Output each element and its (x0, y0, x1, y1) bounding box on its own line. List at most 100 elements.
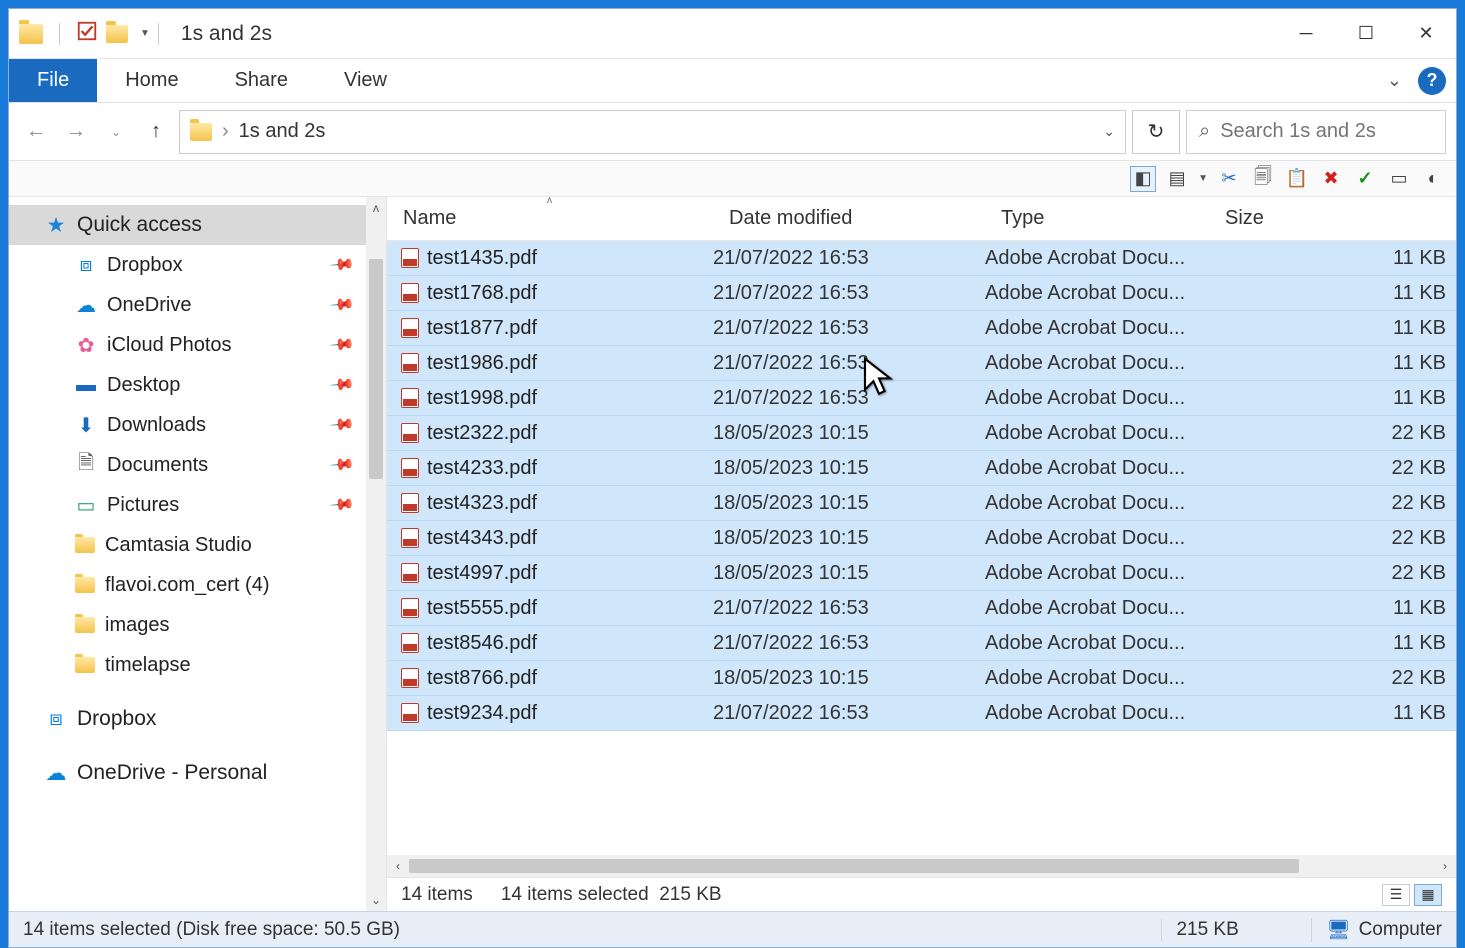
file-row[interactable]: test2322.pdf18/05/2023 10:15Adobe Acroba… (387, 416, 1456, 451)
breadcrumb-folder[interactable]: 1s and 2s (239, 120, 326, 143)
file-row[interactable]: test1435.pdf21/07/2022 16:53Adobe Acroba… (387, 241, 1456, 276)
pin-icon: 📌 (328, 291, 356, 319)
sidebar-item[interactable]: timelapse (9, 645, 386, 685)
computer-icon: 🖥 (1326, 918, 1350, 942)
search-box[interactable]: ⌕ (1186, 110, 1446, 154)
rename-icon[interactable]: ▭ (1386, 166, 1412, 192)
sidebar-item-icon: ▬ (75, 374, 97, 396)
sidebar-item[interactable]: flavoi.com_cert (4) (9, 565, 386, 605)
delete-icon[interactable]: ✖ (1318, 166, 1344, 192)
file-row[interactable]: test4343.pdf18/05/2023 10:15Adobe Acroba… (387, 521, 1456, 556)
tab-view[interactable]: View (316, 59, 415, 102)
tab-home[interactable]: Home (97, 59, 206, 102)
tab-file[interactable]: File (9, 59, 97, 102)
scroll-right-icon[interactable]: › (1434, 855, 1456, 877)
file-row[interactable]: test9234.pdf21/07/2022 16:53Adobe Acroba… (387, 696, 1456, 731)
sidebar-item[interactable]: ☁OneDrive📌 (9, 285, 386, 325)
scroll-down-icon[interactable]: ⌄ (366, 889, 386, 911)
new-folder-icon[interactable] (106, 25, 128, 43)
help-button[interactable]: ? (1418, 67, 1446, 95)
address-dropdown-icon[interactable]: ⌄ (1103, 123, 1115, 140)
pdf-icon (401, 283, 419, 303)
tab-share[interactable]: Share (207, 59, 316, 102)
details-pane-icon[interactable]: ▤ (1164, 166, 1190, 192)
sidebar-onedrive-root[interactable]: ☁OneDrive - Personal (9, 753, 386, 793)
explorer-window: ▼ 1s and 2s ─ ☐ ✕ File Home Share View ⌄… (8, 8, 1457, 948)
thumbnails-view-button[interactable]: ▦ (1414, 884, 1442, 906)
history-dropdown-icon[interactable]: ⌄ (99, 115, 133, 149)
file-row[interactable]: test1768.pdf21/07/2022 16:53Adobe Acroba… (387, 276, 1456, 311)
file-type: Adobe Acrobat Docu... (985, 387, 1209, 410)
file-row[interactable]: test4233.pdf18/05/2023 10:15Adobe Acroba… (387, 451, 1456, 486)
back-button[interactable]: ← (19, 115, 53, 149)
sidebar-dropbox-root[interactable]: ⧈Dropbox (9, 699, 386, 739)
sidebar-item[interactable]: ⬇Downloads📌 (9, 405, 386, 445)
close-button[interactable]: ✕ (1396, 9, 1456, 59)
sidebar-quick-access[interactable]: ★Quick access (9, 205, 386, 245)
minimize-button[interactable]: ─ (1276, 9, 1336, 59)
copy-icon[interactable]: 🗐 (1250, 166, 1276, 192)
bottom-summary: 14 items selected (Disk free space: 50.5… (23, 919, 400, 941)
sidebar-item[interactable]: ✿iCloud Photos📌 (9, 325, 386, 365)
file-type: Adobe Acrobat Docu... (985, 457, 1209, 480)
undo-icon[interactable]: ✓ (1352, 166, 1378, 192)
file-size: 22 KB (1209, 422, 1456, 445)
ribbon-collapse-icon[interactable]: ⌄ (1377, 59, 1412, 102)
sort-indicator-icon: ʌ (547, 197, 552, 206)
search-input[interactable] (1220, 120, 1465, 143)
sidebar-item-label: Pictures (107, 494, 179, 517)
toolbar-dropdown-icon[interactable]: ▼ (1198, 173, 1208, 184)
column-name[interactable]: ʌ Name (387, 197, 713, 240)
paste-icon[interactable]: 📋 (1284, 166, 1310, 192)
breadcrumb-separator-icon[interactable]: › (222, 120, 229, 143)
details-view-button[interactable]: ☰ (1382, 884, 1410, 906)
address-bar[interactable]: › 1s and 2s ⌄ (179, 110, 1126, 154)
up-button[interactable]: ↑ (139, 115, 173, 149)
file-type: Adobe Acrobat Docu... (985, 422, 1209, 445)
maximize-button[interactable]: ☐ (1336, 9, 1396, 59)
column-date[interactable]: Date modified (713, 197, 985, 240)
file-size: 22 KB (1209, 562, 1456, 585)
scroll-thumb[interactable] (369, 259, 383, 479)
forward-button[interactable]: → (59, 115, 93, 149)
file-row[interactable]: test4997.pdf18/05/2023 10:15Adobe Acroba… (387, 556, 1456, 591)
cut-icon[interactable]: ✂ (1216, 166, 1242, 192)
file-row[interactable]: test1998.pdf21/07/2022 16:53Adobe Acroba… (387, 381, 1456, 416)
refresh-button[interactable]: ↻ (1132, 110, 1180, 154)
sidebar-item-icon: ⧈ (75, 254, 97, 276)
sidebar-item-label: flavoi.com_cert (4) (105, 574, 270, 597)
horizontal-scrollbar[interactable]: ‹ › (387, 855, 1456, 877)
file-date: 21/07/2022 16:53 (713, 317, 985, 340)
bottom-size: 215 KB (1161, 919, 1281, 941)
file-name: test5555.pdf (427, 597, 537, 620)
column-size[interactable]: Size (1209, 197, 1456, 240)
sidebar-item[interactable]: 🗎Documents📌 (9, 445, 386, 485)
column-type[interactable]: Type (985, 197, 1209, 240)
file-row[interactable]: test1986.pdf21/07/2022 16:53Adobe Acroba… (387, 346, 1456, 381)
sidebar-item[interactable]: ▭Pictures📌 (9, 485, 386, 525)
scroll-up-icon[interactable]: ʌ (366, 197, 386, 219)
file-row[interactable]: test1877.pdf21/07/2022 16:53Adobe Acroba… (387, 311, 1456, 346)
qat-dropdown-icon[interactable]: ▼ (140, 28, 150, 39)
file-size: 11 KB (1209, 247, 1456, 270)
sidebar-item[interactable]: ⧈Dropbox📌 (9, 245, 386, 285)
folder-icon (75, 577, 95, 593)
pin-icon: 📌 (328, 411, 356, 439)
folder-icon (75, 657, 95, 673)
file-row[interactable]: test4323.pdf18/05/2023 10:15Adobe Acroba… (387, 486, 1456, 521)
scroll-left-icon[interactable]: ‹ (387, 855, 409, 877)
file-name: test9234.pdf (427, 702, 537, 725)
preview-pane-icon[interactable]: ◧ (1130, 166, 1156, 192)
pin-icon: 📌 (328, 451, 356, 479)
sidebar-scrollbar[interactable]: ʌ ⌄ (366, 197, 386, 911)
sidebar-item[interactable]: Camtasia Studio (9, 525, 386, 565)
sidebar-item[interactable]: images (9, 605, 386, 645)
file-row[interactable]: test5555.pdf21/07/2022 16:53Adobe Acroba… (387, 591, 1456, 626)
properties-tool-icon[interactable]: ◐ (1420, 166, 1446, 192)
file-row[interactable]: test8546.pdf21/07/2022 16:53Adobe Acroba… (387, 626, 1456, 661)
pdf-icon (401, 388, 419, 408)
properties-icon[interactable] (76, 20, 98, 47)
sidebar-item[interactable]: ▬Desktop📌 (9, 365, 386, 405)
file-row[interactable]: test8766.pdf18/05/2023 10:15Adobe Acroba… (387, 661, 1456, 696)
hscroll-thumb[interactable] (409, 859, 1299, 873)
